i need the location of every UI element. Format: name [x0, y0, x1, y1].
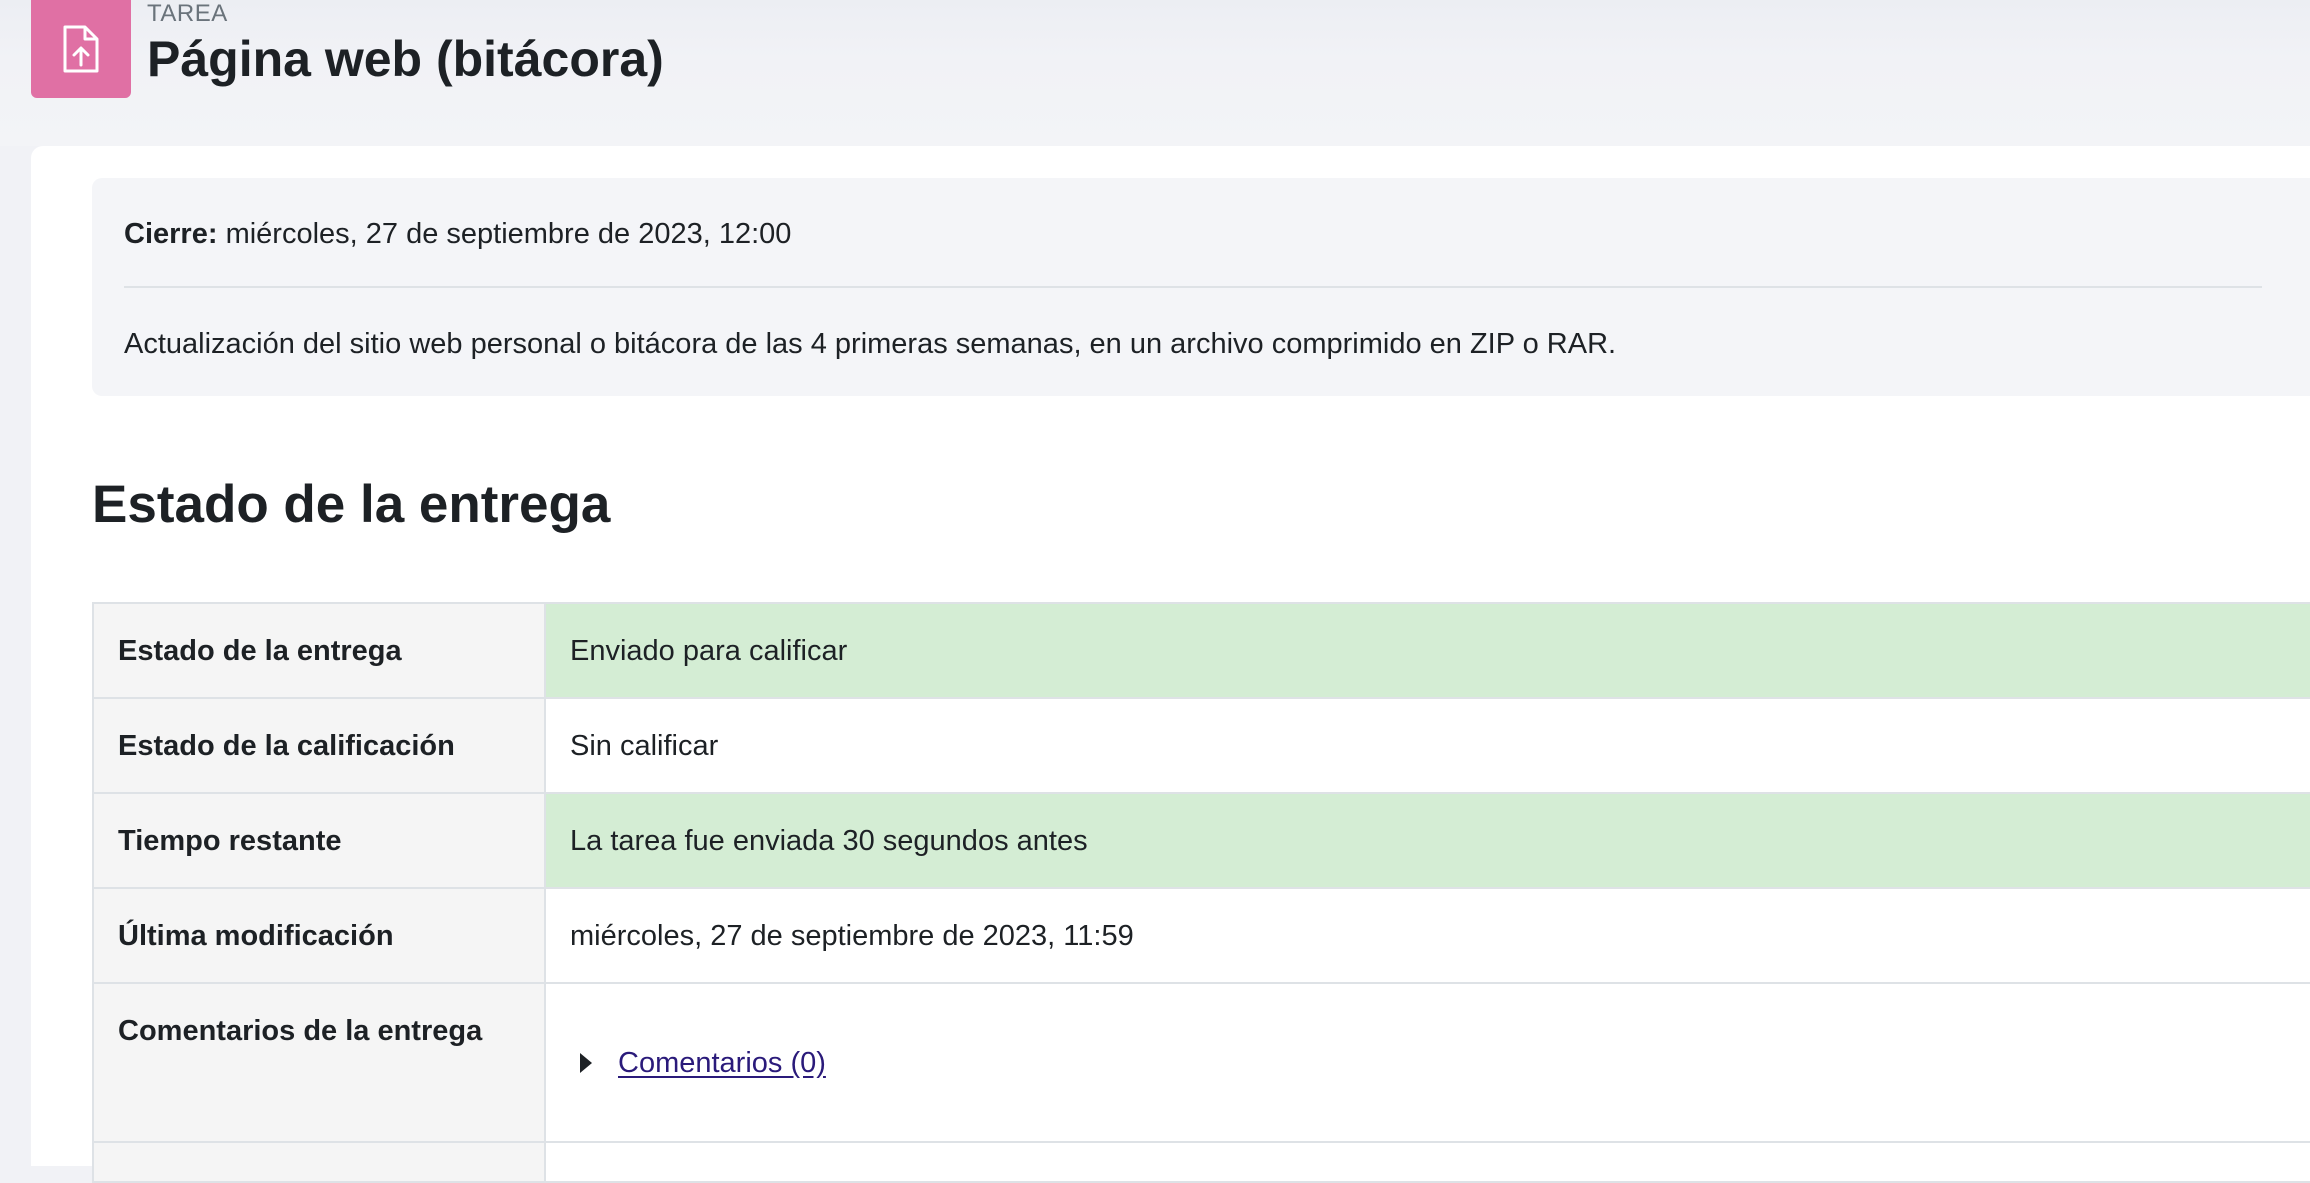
row-label: Estado de la entrega	[92, 602, 546, 699]
row-value: Enviado para calificar	[544, 602, 2310, 699]
due-date-label: Cierre:	[124, 218, 218, 250]
caret-right-icon[interactable]	[580, 1053, 592, 1073]
row-value: La tarea fue enviada 30 segundos antes	[544, 792, 2310, 889]
info-divider	[124, 286, 2262, 288]
comments-link[interactable]: Comentarios (0)	[618, 1043, 826, 1083]
submission-status-heading: Estado de la entrega	[92, 475, 611, 534]
file-upload-icon	[63, 25, 99, 73]
row-value: Sin calificar	[544, 697, 2310, 794]
table-row: Estado de la entrega Enviado para califi…	[92, 602, 2310, 699]
main-content-card: Cierre: miércoles, 27 de septiembre de 2…	[31, 146, 2310, 1183]
table-row	[92, 1141, 2310, 1183]
activity-info-box: Cierre: miércoles, 27 de septiembre de 2…	[92, 178, 2310, 396]
row-label	[92, 1141, 546, 1183]
activity-type-label: TAREA	[147, 0, 228, 27]
row-label: Última modificación	[92, 887, 546, 984]
activity-icon-tile	[31, 0, 131, 98]
activity-description: Actualización del sitio web personal o b…	[124, 328, 1617, 360]
table-row: Comentarios de la entrega Comentarios (0…	[92, 982, 2310, 1143]
row-value	[544, 1141, 2310, 1183]
comments-toggle[interactable]: Comentarios (0)	[570, 1043, 826, 1083]
submission-status-table: Estado de la entrega Enviado para califi…	[92, 602, 2310, 1183]
page-title: Página web (bitácora)	[147, 31, 664, 87]
table-row: Estado de la calificación Sin calificar	[92, 697, 2310, 794]
row-label: Estado de la calificación	[92, 697, 546, 794]
page-header: TAREA Página web (bitácora)	[0, 0, 2310, 146]
row-label: Comentarios de la entrega	[92, 982, 546, 1143]
table-row: Última modificación miércoles, 27 de sep…	[92, 887, 2310, 984]
row-value: miércoles, 27 de septiembre de 2023, 11:…	[544, 887, 2310, 984]
due-date: Cierre: miércoles, 27 de septiembre de 2…	[124, 214, 791, 254]
row-value: Comentarios (0)	[544, 982, 2310, 1143]
due-date-value: miércoles, 27 de septiembre de 2023, 12:…	[225, 218, 792, 250]
table-row: Tiempo restante La tarea fue enviada 30 …	[92, 792, 2310, 889]
row-label: Tiempo restante	[92, 792, 546, 889]
